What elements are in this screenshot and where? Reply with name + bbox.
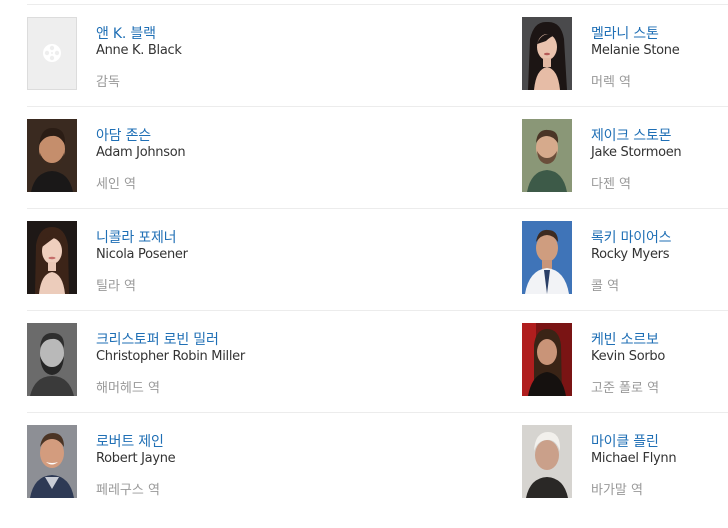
- cast-role: 페레구스 역: [96, 483, 160, 498]
- cast-row: 로버트 제인 Robert Jayne 페레구스 역 마이클 플린 Michae…: [27, 413, 728, 514]
- cast-item: 아담 존슨 Adam Johnson 세인 역: [27, 119, 467, 192]
- film-reel-icon[interactable]: [27, 17, 77, 90]
- cast-name-ko[interactable]: 아담 존슨: [96, 125, 151, 145]
- cast-item: 로버트 제인 Robert Jayne 페레구스 역: [27, 425, 467, 498]
- cast-list: 앤 K. 블랙 Anne K. Black 감독 멜라니 스톤 Melanie …: [27, 5, 728, 514]
- cast-name-en: Rocky Myers: [591, 247, 670, 262]
- cast-item: 크리스토퍼 로빈 밀러 Christopher Robin Miller 해머헤…: [27, 323, 467, 396]
- cast-name-ko[interactable]: 로버트 제인: [96, 431, 164, 451]
- cast-name-en: Christopher Robin Miller: [96, 349, 245, 364]
- cast-item: 케빈 소르보 Kevin Sorbo 고준 폴로 역: [522, 323, 728, 396]
- cast-name-ko[interactable]: 록키 마이어스: [591, 227, 672, 247]
- cast-role: 해머헤드 역: [96, 381, 160, 396]
- cast-role: 틸라 역: [96, 279, 137, 294]
- cast-name-ko[interactable]: 앤 K. 블랙: [96, 23, 156, 43]
- actor-photo[interactable]: [522, 323, 572, 396]
- actor-photo[interactable]: [522, 221, 572, 294]
- cast-role: 바가말 역: [591, 483, 643, 498]
- cast-row: 앤 K. 블랙 Anne K. Black 감독 멜라니 스톤 Melanie …: [27, 5, 728, 107]
- actor-photo[interactable]: [27, 119, 77, 192]
- cast-item: 록키 마이어스 Rocky Myers 콜 역: [522, 221, 728, 294]
- cast-name-en: Adam Johnson: [96, 145, 186, 160]
- actor-photo[interactable]: [27, 323, 77, 396]
- cast-name-ko[interactable]: 케빈 소르보: [591, 329, 659, 349]
- cast-item: 니콜라 포제너 Nicola Posener 틸라 역: [27, 221, 467, 294]
- cast-row: 아담 존슨 Adam Johnson 세인 역 제이크 스토몬 Jake Sto…: [27, 107, 728, 209]
- cast-name-ko[interactable]: 제이크 스토몬: [591, 125, 672, 145]
- cast-item: 멜라니 스톤 Melanie Stone 머렉 역: [522, 17, 728, 90]
- cast-name-en: Kevin Sorbo: [591, 349, 666, 364]
- cast-item: 제이크 스토몬 Jake Stormoen 다젠 역: [522, 119, 728, 192]
- cast-role: 머렉 역: [591, 75, 632, 90]
- cast-name-ko[interactable]: 크리스토퍼 로빈 밀러: [96, 329, 219, 349]
- cast-role: 다젠 역: [591, 177, 632, 192]
- cast-name-ko[interactable]: 멜라니 스톤: [591, 23, 659, 43]
- actor-photo[interactable]: [27, 425, 77, 498]
- actor-photo[interactable]: [522, 425, 572, 498]
- actor-photo[interactable]: [27, 221, 77, 294]
- cast-name-en: Robert Jayne: [96, 451, 176, 466]
- cast-name-en: Anne K. Black: [96, 43, 182, 58]
- cast-name-ko[interactable]: 니콜라 포제너: [96, 227, 177, 247]
- cast-role: 고준 폴로 역: [591, 381, 660, 396]
- actor-photo[interactable]: [522, 119, 572, 192]
- cast-role: 세인 역: [96, 177, 137, 192]
- cast-name-en: Melanie Stone: [591, 43, 680, 58]
- cast-role: 콜 역: [591, 279, 620, 294]
- cast-name-en: Jake Stormoen: [591, 145, 682, 160]
- cast-row: 니콜라 포제너 Nicola Posener 틸라 역 록키 마이어스 Rock…: [27, 209, 728, 311]
- cast-item: 마이클 플린 Michael Flynn 바가말 역: [522, 425, 728, 498]
- cast-item: 앤 K. 블랙 Anne K. Black 감독: [27, 17, 467, 90]
- cast-row: 크리스토퍼 로빈 밀러 Christopher Robin Miller 해머헤…: [27, 311, 728, 413]
- cast-name-en: Michael Flynn: [591, 451, 677, 466]
- cast-name-en: Nicola Posener: [96, 247, 188, 262]
- cast-name-ko[interactable]: 마이클 플린: [591, 431, 659, 451]
- cast-role: 감독: [96, 75, 120, 90]
- actor-photo[interactable]: [522, 17, 572, 90]
